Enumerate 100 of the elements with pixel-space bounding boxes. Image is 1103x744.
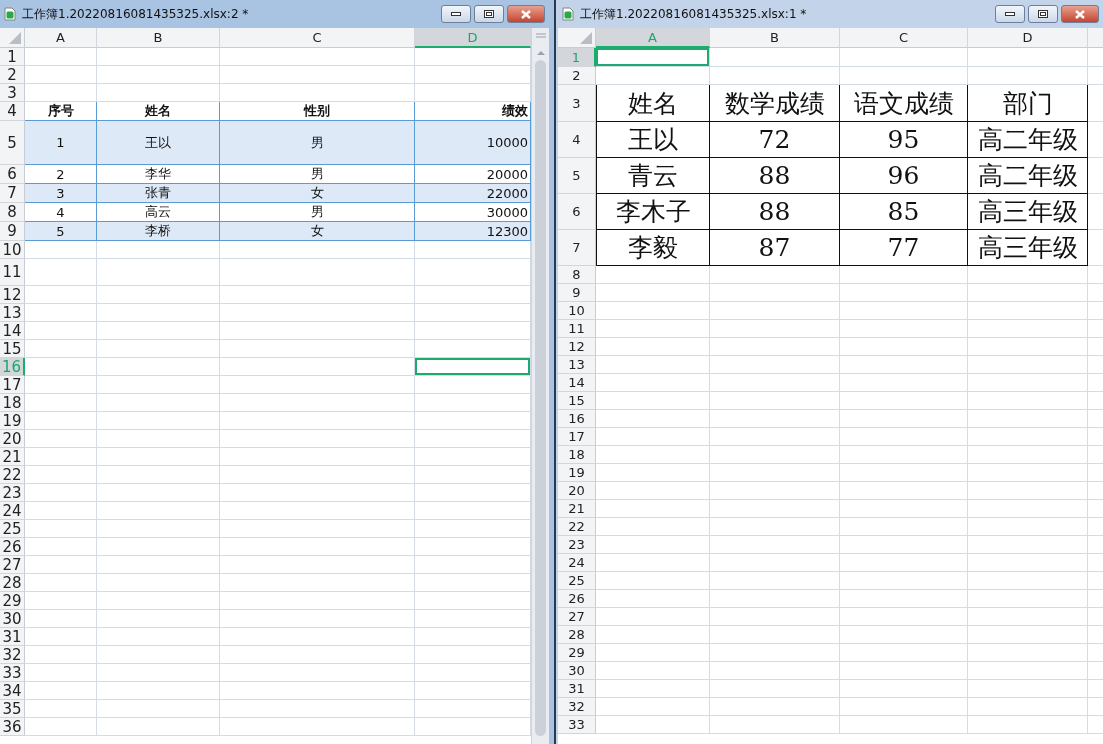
row-header[interactable]: 30 — [558, 662, 596, 680]
row-header[interactable]: 6 — [558, 194, 596, 230]
table-cell[interactable]: 10000 — [415, 121, 531, 165]
row-header[interactable]: 28 — [558, 626, 596, 644]
table-cell[interactable]: 男 — [220, 203, 415, 222]
table-cell[interactable]: 语文成绩 — [840, 85, 968, 122]
column-header[interactable]: C — [840, 28, 968, 48]
table-cell[interactable]: 20000 — [415, 165, 531, 184]
table-cell[interactable]: 张青 — [97, 184, 220, 203]
row-header[interactable]: 35 — [0, 700, 25, 718]
row-header[interactable]: 27 — [0, 556, 25, 574]
table-cell[interactable]: 高二年级 — [968, 122, 1088, 158]
row-header[interactable]: 1 — [0, 48, 25, 66]
row-header[interactable]: 5 — [558, 158, 596, 194]
table-cell[interactable]: 88 — [710, 194, 840, 230]
table-cell[interactable]: 李华 — [97, 165, 220, 184]
row-header[interactable]: 18 — [558, 446, 596, 464]
select-all-corner[interactable] — [0, 28, 25, 48]
row-header[interactable]: 31 — [558, 680, 596, 698]
row-header[interactable]: 24 — [0, 502, 25, 520]
row-header[interactable]: 27 — [558, 608, 596, 626]
row-header[interactable]: 29 — [0, 592, 25, 610]
row-header[interactable]: 36 — [0, 718, 25, 736]
table-cell[interactable]: 部门 — [968, 85, 1088, 122]
row-header[interactable]: 33 — [0, 664, 25, 682]
column-header[interactable]: B — [97, 28, 220, 48]
table-cell[interactable]: 绩效 — [415, 102, 531, 121]
row-header[interactable]: 26 — [558, 590, 596, 608]
row-header[interactable]: 23 — [0, 484, 25, 502]
row-header[interactable]: 15 — [0, 340, 25, 358]
table-cell[interactable]: 96 — [840, 158, 968, 194]
table-cell[interactable]: 12300 — [415, 222, 531, 241]
table-cell[interactable]: 72 — [710, 122, 840, 158]
row-header[interactable]: 7 — [558, 230, 596, 266]
row-header[interactable]: 18 — [0, 394, 25, 412]
row-header[interactable]: 31 — [0, 628, 25, 646]
row-header[interactable]: 25 — [0, 520, 25, 538]
row-header[interactable]: 17 — [0, 376, 25, 394]
row-header[interactable]: 10 — [0, 241, 25, 259]
row-header[interactable]: 14 — [0, 322, 25, 340]
row-header[interactable]: 4 — [0, 102, 25, 121]
table-cell[interactable]: 序号 — [25, 102, 97, 121]
row-header[interactable]: 2 — [0, 66, 25, 84]
selected-cell[interactable] — [596, 48, 710, 67]
table-cell[interactable]: 王以 — [596, 122, 710, 158]
table-cell[interactable]: 高三年级 — [968, 230, 1088, 266]
table-cell[interactable]: 1 — [25, 121, 97, 165]
row-header[interactable]: 8 — [558, 266, 596, 284]
table-cell[interactable]: 数学成绩 — [710, 85, 840, 122]
row-header[interactable]: 4 — [558, 122, 596, 158]
table-cell[interactable]: 男 — [220, 165, 415, 184]
table-cell[interactable]: 4 — [25, 203, 97, 222]
row-header[interactable]: 21 — [0, 448, 25, 466]
row-header[interactable]: 34 — [0, 682, 25, 700]
row-header[interactable]: 33 — [558, 716, 596, 734]
row-header[interactable]: 29 — [558, 644, 596, 662]
row-header[interactable]: 28 — [0, 574, 25, 592]
row-header[interactable]: 14 — [558, 374, 596, 392]
table-cell[interactable]: 高二年级 — [968, 158, 1088, 194]
row-header[interactable]: 32 — [558, 698, 596, 716]
table-cell[interactable]: 李毅 — [596, 230, 710, 266]
row-header[interactable]: 17 — [558, 428, 596, 446]
table-cell[interactable]: 22000 — [415, 184, 531, 203]
table-cell[interactable]: 88 — [710, 158, 840, 194]
row-header[interactable]: 2 — [558, 67, 596, 85]
table-cell[interactable]: 2 — [25, 165, 97, 184]
row-header[interactable]: 25 — [558, 572, 596, 590]
row-header[interactable]: 32 — [0, 646, 25, 664]
row-header[interactable]: 30 — [0, 610, 25, 628]
row-header[interactable]: 3 — [0, 84, 25, 102]
row-header[interactable]: 20 — [0, 430, 25, 448]
table-cell[interactable]: 高三年级 — [968, 194, 1088, 230]
row-header[interactable]: 8 — [0, 203, 25, 222]
close-button[interactable] — [507, 5, 545, 23]
row-header[interactable]: 12 — [0, 286, 25, 304]
row-header[interactable]: 11 — [558, 320, 596, 338]
selected-cell[interactable] — [415, 358, 531, 376]
column-header[interactable]: A — [25, 28, 97, 48]
table-cell[interactable]: 高云 — [97, 203, 220, 222]
table-cell[interactable]: 女 — [220, 184, 415, 203]
table-cell[interactable]: 女 — [220, 222, 415, 241]
table-cell[interactable]: 85 — [840, 194, 968, 230]
row-header[interactable]: 6 — [0, 165, 25, 184]
up-arrow-icon[interactable] — [535, 50, 546, 56]
row-header[interactable]: 19 — [0, 412, 25, 430]
column-header[interactable]: B — [710, 28, 840, 48]
row-header[interactable]: 12 — [558, 338, 596, 356]
row-header[interactable]: 22 — [0, 466, 25, 484]
column-header[interactable]: C — [220, 28, 415, 48]
row-header[interactable]: 23 — [558, 536, 596, 554]
table-cell[interactable]: 77 — [840, 230, 968, 266]
row-header[interactable]: 15 — [558, 392, 596, 410]
row-header[interactable]: 10 — [558, 302, 596, 320]
row-header[interactable]: 16 — [558, 410, 596, 428]
table-cell[interactable]: 95 — [840, 122, 968, 158]
table-cell[interactable]: 姓名 — [97, 102, 220, 121]
row-header[interactable]: 13 — [558, 356, 596, 374]
scrollbar-thumb[interactable] — [535, 60, 546, 736]
row-header[interactable]: 11 — [0, 259, 25, 286]
row-header[interactable]: 26 — [0, 538, 25, 556]
